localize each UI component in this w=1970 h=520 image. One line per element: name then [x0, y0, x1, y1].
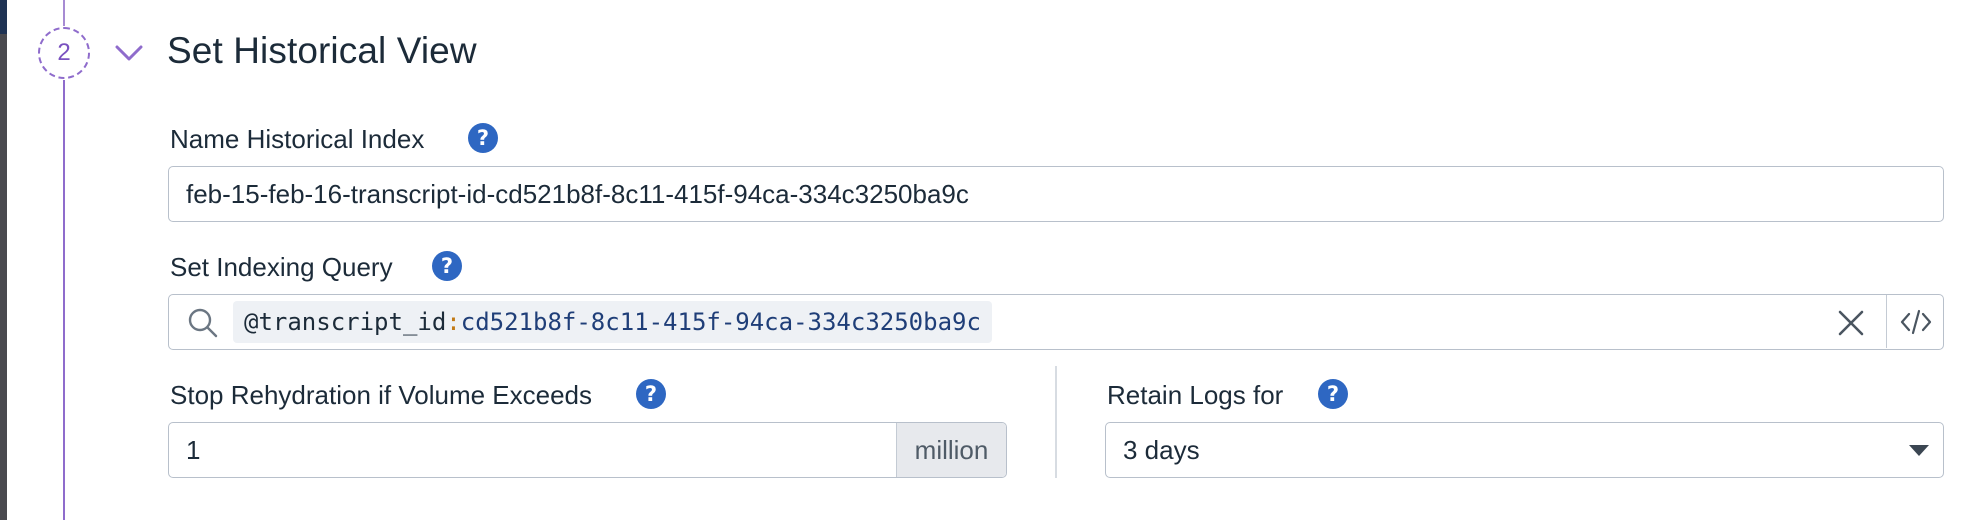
code-icon[interactable]: [1899, 307, 1933, 337]
help-icon[interactable]: ?: [432, 251, 462, 281]
search-icon: [188, 308, 218, 338]
volume-limit-input[interactable]: 1: [169, 423, 896, 477]
query-token-chip[interactable]: @transcript_id: cd521b8f-8c11-415f-94ca-3…: [233, 301, 992, 343]
close-icon[interactable]: [1835, 307, 1867, 339]
historical-index-name-input[interactable]: feb-15-feb-16-transcript-id-cd521b8f-8c1…: [168, 166, 1944, 222]
column-divider: [1055, 366, 1057, 478]
volume-limit-field: 1 million: [168, 422, 1007, 478]
help-icon[interactable]: ?: [1318, 379, 1348, 409]
retain-logs-select[interactable]: 3 days: [1105, 422, 1944, 478]
section-title: Set Historical View: [167, 30, 477, 71]
step-connector-top: [63, 0, 65, 26]
help-icon[interactable]: ?: [636, 379, 666, 409]
name-index-label: Name Historical Index: [170, 124, 425, 154]
step-number-badge: 2: [38, 27, 90, 79]
help-icon[interactable]: ?: [468, 123, 498, 153]
volume-limit-label: Stop Rehydration if Volume Exceeds: [170, 380, 593, 410]
query-token-separator: :: [446, 308, 461, 336]
query-divider: [1885, 295, 1887, 348]
query-token-value: cd521b8f-8c11-415f-94ca-334c3250ba9c: [460, 308, 981, 336]
query-token-key: @transcript_id: [244, 308, 447, 336]
window-edge-top: [0, 0, 7, 34]
retain-logs-value: 3 days: [1123, 434, 1200, 465]
chevron-down-icon[interactable]: [114, 40, 144, 66]
indexing-query-label: Set Indexing Query: [170, 252, 393, 282]
window-edge: [0, 0, 7, 520]
retain-logs-label: Retain Logs for: [1107, 380, 1284, 410]
step-connector: [63, 80, 65, 520]
indexing-query-input[interactable]: @transcript_id: cd521b8f-8c11-415f-94ca-3…: [168, 294, 1944, 350]
volume-unit-addon: million: [896, 423, 1006, 477]
caret-down-icon: [1909, 445, 1929, 456]
